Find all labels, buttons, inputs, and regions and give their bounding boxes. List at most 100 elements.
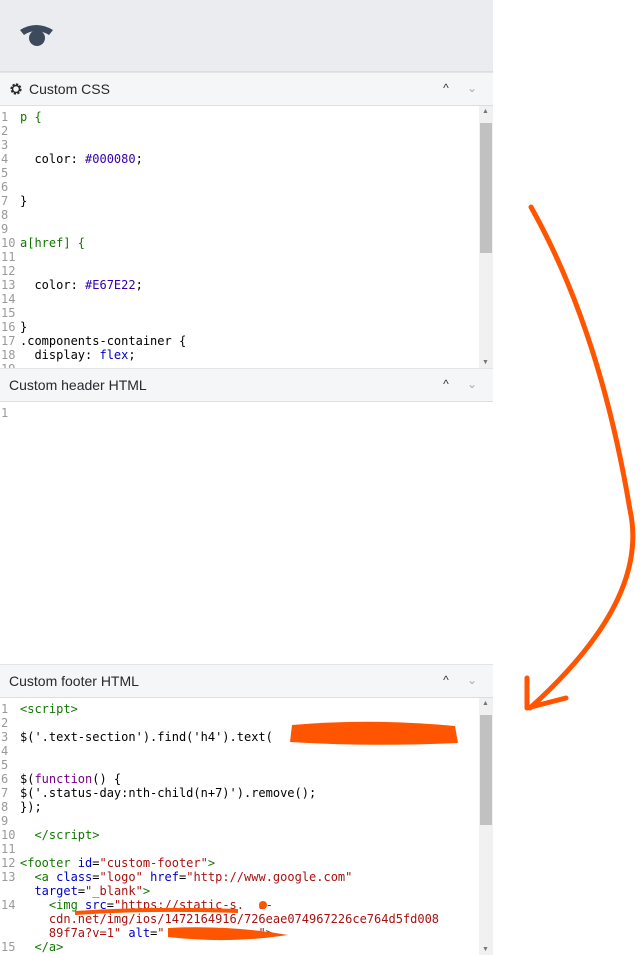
custom-header-html-editor[interactable]: 1 xyxy=(0,402,493,664)
custom-footer-html-header[interactable]: Custom footer HTML ^ ⌄ xyxy=(0,664,493,698)
code-text: $(function() { xyxy=(20,772,493,786)
scrollbar[interactable]: ▲ ▼ xyxy=(479,106,493,368)
code-line: 16} xyxy=(0,320,493,334)
code-line: 8}); xyxy=(0,800,493,814)
code-line: 3 $('.text-section').find('h4').text( ) xyxy=(0,730,493,744)
code-token: p { xyxy=(20,110,42,124)
line-number: 8 xyxy=(1,208,9,222)
code-text: <img src="https://static-s. a- cdn.net/i… xyxy=(20,898,493,940)
logo-icon xyxy=(20,25,53,46)
line-number: 3 xyxy=(1,138,9,152)
move-down-button[interactable]: ⌄ xyxy=(465,377,479,391)
code-line: 7} xyxy=(0,194,493,208)
code-token: #000080 xyxy=(85,152,136,166)
code-text: <footer id="custom-footer"> xyxy=(20,856,493,870)
code-line: 2 xyxy=(0,124,493,138)
code-line: 12 <footer id="custom-footer"> xyxy=(0,856,493,870)
code-text: display: flex; xyxy=(20,348,493,362)
move-up-button[interactable]: ^ xyxy=(439,377,453,391)
code-token: display: xyxy=(20,348,100,362)
code-token: </a> xyxy=(20,940,64,954)
code-token: a[href] { xyxy=(20,236,86,250)
code-token: src xyxy=(85,898,107,912)
code-token: = xyxy=(92,870,100,884)
line-number: 10 xyxy=(1,828,16,842)
code-token: " " xyxy=(157,926,266,940)
code-token: "custom-footer" xyxy=(99,856,208,870)
code-token: alt xyxy=(121,926,151,940)
move-down-button[interactable]: ⌄ xyxy=(465,673,479,687)
code-line: 6 xyxy=(0,180,493,194)
code-token: .components-container { xyxy=(20,334,187,348)
code-line: 7 $('.status-day:nth-child(n+7)').remove(… xyxy=(0,786,493,800)
line-number: 2 xyxy=(1,716,9,730)
line-number: 2 xyxy=(1,124,9,138)
code-line: 6 $(function() { xyxy=(0,772,493,786)
code-text: a[href] { xyxy=(20,236,493,250)
code-line: 12 xyxy=(0,264,493,278)
code-text: } xyxy=(20,320,493,334)
line-number: 1 xyxy=(1,110,9,124)
code-token: "http://www.google.com" xyxy=(186,870,353,884)
code-line: 14 <img src="https://static-s. a- cdn.ne… xyxy=(0,898,493,940)
code-token: "_blank" xyxy=(85,884,143,898)
code-token: </script> xyxy=(20,828,100,842)
line-number: 17 xyxy=(1,334,16,348)
move-up-button[interactable]: ^ xyxy=(439,673,453,687)
line-number: 13 xyxy=(1,278,16,292)
move-up-button[interactable]: ^ xyxy=(439,81,453,95)
orange-arrow xyxy=(527,204,636,711)
code-text: color: #E67E22; xyxy=(20,278,493,292)
line-number: 7 xyxy=(1,786,9,800)
code-token: #E67E22 xyxy=(85,278,136,292)
code-token: }); xyxy=(20,800,42,814)
line-number: 1 xyxy=(1,406,9,420)
custom-footer-html-editor[interactable]: 1 <script> 2 3 $('.text-section').find('h4')… xyxy=(0,698,493,955)
line-number: 14 xyxy=(1,898,16,912)
move-down-button[interactable]: ⌄ xyxy=(465,81,479,95)
code-line: 1 xyxy=(0,406,493,420)
settings-panel: Custom CSS ^ ⌄ 1p {2 3 4 color: #000080; 5 6 7… xyxy=(0,0,493,955)
code-line: 11 xyxy=(0,250,493,264)
code-text: $('.status-day:nth-child(n+7)').remove()… xyxy=(20,786,493,800)
code-line: 18 display: flex; xyxy=(0,348,493,362)
line-number: 12 xyxy=(1,856,16,870)
custom-css-editor[interactable]: 1p {2 3 4 color: #000080; 5 6 7} 8 9 10 a[href] {… xyxy=(0,106,493,368)
code-token: class xyxy=(56,870,93,884)
custom-css-header[interactable]: Custom CSS ^ ⌄ xyxy=(0,72,493,106)
scrollbar[interactable]: ▲ ▼ xyxy=(479,698,493,955)
code-line: 14 xyxy=(0,292,493,306)
code-token: ; xyxy=(135,278,143,292)
code-line: 11 xyxy=(0,842,493,856)
line-number: 5 xyxy=(1,758,9,772)
code-text: $('.text-section').find('h4').text( ) xyxy=(20,730,493,744)
section-title: Custom CSS xyxy=(29,81,110,97)
line-number: 16 xyxy=(1,320,16,334)
code-line: 10 </script> xyxy=(0,828,493,842)
code-line: 13 <a class="logo" href="http://www.goog… xyxy=(0,870,493,898)
line-number: 13 xyxy=(1,870,16,884)
code-text: p { xyxy=(20,110,493,124)
line-number: 4 xyxy=(1,152,9,166)
code-token: > xyxy=(207,856,216,870)
code-line: 4 xyxy=(0,744,493,758)
code-token: <img xyxy=(20,898,86,912)
code-token: color: xyxy=(20,278,86,292)
code-token: target xyxy=(34,884,78,898)
line-number: 12 xyxy=(1,264,16,278)
line-number: 11 xyxy=(1,842,16,856)
code-line: 1 <script> xyxy=(0,702,493,716)
code-line: 4 color: #000080; xyxy=(0,152,493,166)
line-number: 10 xyxy=(1,236,16,250)
custom-header-html-header[interactable]: Custom header HTML ^ ⌄ xyxy=(0,368,493,402)
code-line: 9 xyxy=(0,222,493,236)
